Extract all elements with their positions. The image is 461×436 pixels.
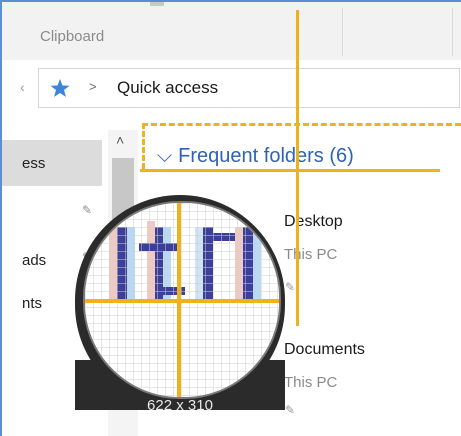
nav-item-documents[interactable]: nts bbox=[22, 295, 42, 312]
magnified-pixels bbox=[85, 203, 279, 397]
address-bar[interactable]: > Quick access bbox=[38, 68, 460, 108]
scroll-up-icon[interactable]: ˄ bbox=[116, 132, 124, 148]
selection-guide-dashed bbox=[142, 123, 461, 126]
nav-item-quick-access[interactable]: ess bbox=[22, 155, 45, 172]
back-arrow-icon[interactable]: ‹ bbox=[20, 79, 25, 95]
address-row: ‹ > Quick access bbox=[2, 60, 461, 115]
magnifier: 622 x 310 bbox=[75, 195, 285, 414]
crosshair-horizontal-guide bbox=[140, 169, 440, 172]
ribbon-group-label: Clipboard bbox=[40, 28, 105, 45]
chevron-down-icon[interactable]: ⌵ bbox=[157, 145, 172, 168]
crosshair-vertical-guide bbox=[296, 10, 299, 326]
folder-name-documents[interactable]: Documents bbox=[284, 341, 365, 359]
ribbon: Clipboard bbox=[2, 2, 461, 61]
folder-name-desktop[interactable]: Desktop bbox=[284, 213, 343, 231]
magnifier-size-readout: 622 x 310 bbox=[147, 397, 213, 414]
section-title: Frequent folders (6) bbox=[178, 145, 354, 167]
ribbon-tick bbox=[150, 2, 164, 6]
folder-location: This PC bbox=[284, 246, 338, 263]
nav-item-selected[interactable] bbox=[2, 140, 102, 186]
breadcrumb-quick-access[interactable]: Quick access bbox=[117, 78, 218, 98]
pin-icon: ✎ bbox=[82, 203, 93, 217]
nav-item-downloads[interactable]: ads bbox=[22, 252, 46, 269]
pin-icon: ✎ bbox=[285, 280, 296, 294]
ribbon-separator bbox=[452, 8, 453, 56]
selection-guide-dashed bbox=[142, 123, 145, 169]
pin-star-icon bbox=[50, 79, 70, 97]
folder-location: This PC bbox=[284, 374, 338, 391]
pin-icon: ✎ bbox=[285, 403, 296, 417]
breadcrumb-separator: > bbox=[89, 79, 97, 94]
section-header[interactable]: ⌵ Frequent folders (6) bbox=[157, 145, 354, 168]
ribbon-separator bbox=[342, 8, 343, 56]
magnifier-lens bbox=[83, 201, 281, 399]
